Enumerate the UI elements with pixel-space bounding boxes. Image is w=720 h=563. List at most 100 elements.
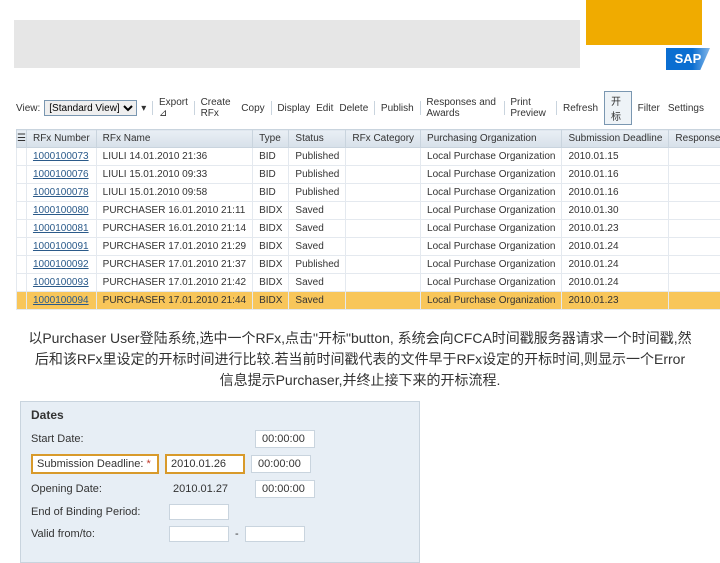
opening-date-row: Opening Date: 2010.01.27 00:00:00 bbox=[31, 480, 409, 498]
status-cell: Saved bbox=[289, 220, 346, 238]
category-cell bbox=[346, 238, 421, 256]
refresh-button[interactable]: Refresh bbox=[563, 103, 598, 114]
col-rfx-number[interactable]: RFx Number bbox=[26, 130, 96, 148]
rfx-number-link[interactable]: 1000100094 bbox=[26, 292, 96, 310]
rfx-number-link[interactable]: 1000100078 bbox=[26, 184, 96, 202]
row-selector[interactable] bbox=[17, 202, 27, 220]
rfx-number-link[interactable]: 1000100091 bbox=[26, 238, 96, 256]
start-date-value bbox=[169, 437, 249, 441]
org-cell: Local Purchase Organization bbox=[421, 238, 562, 256]
submission-deadline-time[interactable]: 00:00:00 bbox=[251, 455, 311, 473]
rfx-number-link[interactable]: 1000100093 bbox=[26, 274, 96, 292]
edit-button[interactable]: Edit bbox=[316, 103, 333, 114]
view-select[interactable]: [Standard View] bbox=[44, 100, 137, 116]
opening-time-value[interactable]: 00:00:00 bbox=[255, 480, 315, 498]
status-cell: Saved bbox=[289, 292, 346, 310]
status-cell: Saved bbox=[289, 202, 346, 220]
responses-cell: 0 bbox=[669, 220, 720, 238]
create-rfx-button[interactable]: Create RFx bbox=[201, 97, 236, 119]
type-cell: BID bbox=[253, 184, 289, 202]
col-deadline[interactable]: Submission Deadline bbox=[562, 130, 669, 148]
rfx-name-cell: PURCHASER 17.01.2010 21:37 bbox=[96, 256, 252, 274]
status-cell: Saved bbox=[289, 274, 346, 292]
responses-cell: 0 bbox=[669, 256, 720, 274]
kaibiao-button[interactable]: 开标 bbox=[604, 91, 632, 125]
valid-to-value[interactable] bbox=[245, 526, 305, 542]
rfx-name-cell: PURCHASER 17.01.2010 21:29 bbox=[96, 238, 252, 256]
category-cell bbox=[346, 184, 421, 202]
org-cell: Local Purchase Organization bbox=[421, 148, 562, 166]
deadline-cell: 2010.01.23 bbox=[562, 220, 669, 238]
rfx-name-cell: PURCHASER 17.01.2010 21:44 bbox=[96, 292, 252, 310]
responses-awards-button[interactable]: Responses and Awards bbox=[426, 97, 497, 119]
table-row[interactable]: 1000100076LIULI 15.01.2010 09:33BIDPubli… bbox=[17, 166, 720, 184]
table-row[interactable]: 1000100091PURCHASER 17.01.2010 21:29BIDX… bbox=[17, 238, 720, 256]
display-button[interactable]: Display bbox=[277, 103, 310, 114]
submission-deadline-date[interactable]: 2010.01.26 bbox=[165, 454, 245, 474]
col-status[interactable]: Status bbox=[289, 130, 346, 148]
start-date-label: Start Date: bbox=[31, 433, 163, 445]
col-org[interactable]: Purchasing Organization bbox=[421, 130, 562, 148]
table-row[interactable]: 1000100081PURCHASER 16.01.2010 21:14BIDX… bbox=[17, 220, 720, 238]
responses-cell: 0 bbox=[669, 292, 720, 310]
gold-accent bbox=[586, 0, 702, 45]
responses-cell: 0 bbox=[669, 238, 720, 256]
deadline-cell: 2010.01.16 bbox=[562, 184, 669, 202]
col-category[interactable]: RFx Category bbox=[346, 130, 421, 148]
type-cell: BIDX bbox=[253, 274, 289, 292]
table-row[interactable]: 1000100080PURCHASER 16.01.2010 21:11BIDX… bbox=[17, 202, 720, 220]
col-rfx-name[interactable]: RFx Name bbox=[96, 130, 252, 148]
type-cell: BIDX bbox=[253, 292, 289, 310]
rfx-table: ☰ RFx Number RFx Name Type Status RFx Ca… bbox=[16, 129, 720, 310]
type-cell: BIDX bbox=[253, 202, 289, 220]
category-cell bbox=[346, 202, 421, 220]
responses-cell: 0 bbox=[669, 166, 720, 184]
valid-from-to-label: Valid from/to: bbox=[31, 528, 163, 540]
col-selector[interactable]: ☰ bbox=[17, 130, 27, 148]
publish-button[interactable]: Publish bbox=[381, 103, 414, 114]
table-row[interactable]: 1000100092PURCHASER 17.01.2010 21:37BIDX… bbox=[17, 256, 720, 274]
rfx-number-link[interactable]: 1000100076 bbox=[26, 166, 96, 184]
row-selector[interactable] bbox=[17, 184, 27, 202]
rfx-number-link[interactable]: 1000100073 bbox=[26, 148, 96, 166]
rfx-number-link[interactable]: 1000100092 bbox=[26, 256, 96, 274]
category-cell bbox=[346, 256, 421, 274]
row-selector[interactable] bbox=[17, 220, 27, 238]
submission-deadline-label-text: Submission Deadline: bbox=[37, 458, 143, 470]
rfx-number-link[interactable]: 1000100081 bbox=[26, 220, 96, 238]
binding-period-value[interactable] bbox=[169, 504, 229, 520]
row-selector[interactable] bbox=[17, 292, 27, 310]
delete-button[interactable]: Delete bbox=[339, 103, 368, 114]
print-preview-button[interactable]: Print Preview bbox=[510, 97, 550, 119]
row-selector[interactable] bbox=[17, 256, 27, 274]
org-cell: Local Purchase Organization bbox=[421, 220, 562, 238]
rfx-name-cell: LIULI 15.01.2010 09:33 bbox=[96, 166, 252, 184]
status-cell: Published bbox=[289, 184, 346, 202]
start-time-value[interactable]: 00:00:00 bbox=[255, 430, 315, 448]
org-cell: Local Purchase Organization bbox=[421, 166, 562, 184]
row-selector[interactable] bbox=[17, 274, 27, 292]
row-selector[interactable] bbox=[17, 238, 27, 256]
valid-from-value[interactable] bbox=[169, 526, 229, 542]
separator bbox=[194, 101, 195, 115]
table-row[interactable]: 1000100078LIULI 15.01.2010 09:58BIDPubli… bbox=[17, 184, 720, 202]
table-row[interactable]: 1000100093PURCHASER 17.01.2010 21:42BIDX… bbox=[17, 274, 720, 292]
opening-date-value[interactable]: 2010.01.27 bbox=[169, 481, 249, 497]
rfx-number-link[interactable]: 1000100080 bbox=[26, 202, 96, 220]
type-cell: BIDX bbox=[253, 238, 289, 256]
filter-link[interactable]: Filter bbox=[638, 103, 660, 114]
type-cell: BIDX bbox=[253, 256, 289, 274]
view-dropdown-extra[interactable]: ▾ bbox=[141, 103, 146, 114]
copy-button[interactable]: Copy bbox=[241, 103, 264, 114]
table-row[interactable]: 1000100073LIULI 14.01.2010 21:36BIDPubli… bbox=[17, 148, 720, 166]
row-selector[interactable] bbox=[17, 166, 27, 184]
deadline-cell: 2010.01.30 bbox=[562, 202, 669, 220]
col-responses[interactable]: Responses bbox=[669, 130, 720, 148]
export-button[interactable]: Export ⊿ bbox=[159, 97, 188, 119]
toolbar: View: [Standard View] ▾ Export ⊿ Create … bbox=[16, 89, 704, 127]
col-type[interactable]: Type bbox=[253, 130, 289, 148]
view-group: View: [Standard View] ▾ bbox=[16, 100, 146, 116]
table-row[interactable]: 1000100094PURCHASER 17.01.2010 21:44BIDX… bbox=[17, 292, 720, 310]
row-selector[interactable] bbox=[17, 148, 27, 166]
settings-link[interactable]: Settings bbox=[668, 103, 704, 114]
